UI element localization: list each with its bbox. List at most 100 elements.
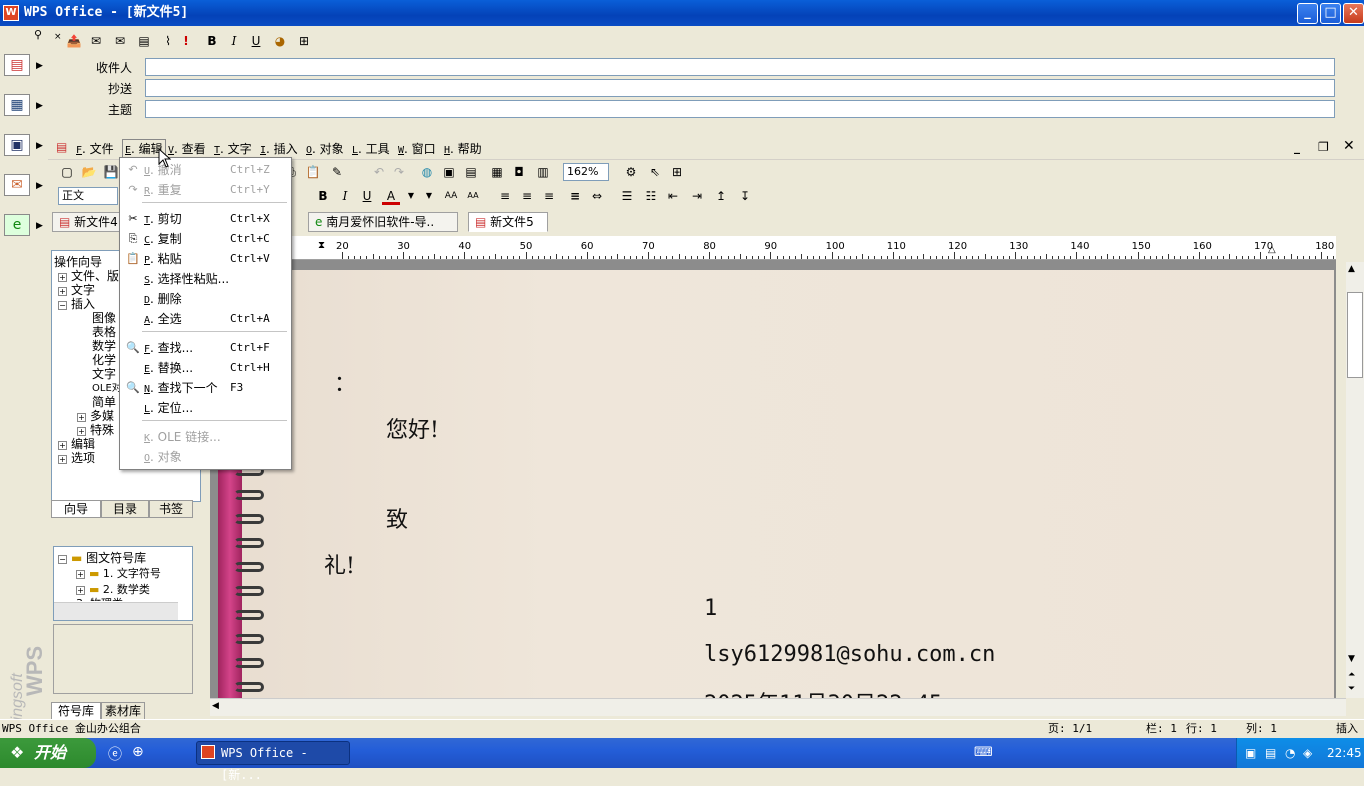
shield-icon[interactable]: ◈ xyxy=(1303,738,1312,768)
object-icon[interactable]: ◘ xyxy=(510,163,528,181)
grid-icon[interactable]: ⊞ xyxy=(668,163,686,181)
menu-file[interactable]: F. 文件 xyxy=(76,140,114,157)
ie-icon[interactable]: ⓔ xyxy=(108,744,122,764)
tab-new-file-4[interactable]: ▤ 新文件4 xyxy=(52,212,120,232)
page-up-icon[interactable]: ⏶ xyxy=(1348,670,1355,680)
indent-icon[interactable]: ⇥ xyxy=(688,187,706,205)
tab-symbol-library[interactable]: 符号库 xyxy=(51,702,101,720)
indent-marker-icon[interactable]: ⧗ xyxy=(318,240,325,251)
mail-forward-icon[interactable]: ▤ xyxy=(134,31,154,51)
font-color-button[interactable]: A xyxy=(382,187,400,205)
distribute-icon[interactable]: ⇔ xyxy=(588,187,606,205)
underline-button[interactable]: U xyxy=(358,187,376,205)
format-icon[interactable]: ⊞ xyxy=(294,31,314,51)
mail-module-icon[interactable]: ✉ xyxy=(4,174,30,196)
scroll-left-icon[interactable]: ◀ xyxy=(212,701,219,711)
image-icon[interactable]: ▣ xyxy=(440,163,458,181)
tree-item[interactable]: + 选项 xyxy=(58,449,95,466)
tree-item[interactable]: OLE对 xyxy=(92,379,122,394)
clock[interactable]: 22:45 xyxy=(1327,738,1362,768)
minimize-button[interactable]: _ xyxy=(1297,3,1318,24)
doc-close-button[interactable]: ✕ xyxy=(1343,138,1355,154)
scroll-down-icon[interactable]: ▼ xyxy=(1348,654,1355,664)
align-left-icon[interactable]: ≡ xyxy=(496,187,514,205)
tab-material-library[interactable]: 素材库 xyxy=(101,702,145,720)
mail-icon[interactable]: ✉ xyxy=(86,31,106,51)
style-select[interactable]: 正文 xyxy=(58,187,118,205)
scroll-thumb[interactable] xyxy=(1347,292,1363,378)
expand-arrow-icon[interactable]: ▶ xyxy=(36,221,43,231)
spacing-up-icon[interactable]: ↥ xyxy=(712,187,730,205)
edit-menu-item[interactable]: 🔍 N. 查找下一个 F3 xyxy=(120,378,291,398)
wps-app-icon[interactable]: W xyxy=(3,5,19,21)
vertical-scrollbar[interactable]: ▲ ▼ ⏶ ⏷ xyxy=(1346,262,1364,698)
expand-arrow-icon[interactable]: ▶ xyxy=(36,181,43,191)
expand-arrow-icon[interactable]: ▶ xyxy=(36,141,43,151)
settings-icon[interactable]: ⚙ xyxy=(622,163,640,181)
align-center-icon[interactable]: ≡ xyxy=(518,187,536,205)
italic-button[interactable]: I xyxy=(336,187,354,205)
quick-launch-icon[interactable]: ⊕ xyxy=(132,744,144,760)
browser-module-icon[interactable]: e xyxy=(4,214,30,236)
italic-button[interactable]: I xyxy=(224,31,244,51)
edit-menu-item[interactable]: E. 替换... Ctrl+H xyxy=(120,358,291,378)
tree-item[interactable]: − ▬ 图文符号库 xyxy=(58,549,146,566)
expand-arrow-icon[interactable]: ▶ xyxy=(36,101,43,111)
keyboard-icon[interactable]: ⌨ xyxy=(974,745,993,760)
number-list-icon[interactable]: ☷ xyxy=(642,187,660,205)
outdent-icon[interactable]: ⇤ xyxy=(664,187,682,205)
color-icon[interactable]: ◕ xyxy=(270,31,290,51)
audio-icon[interactable]: ◔ xyxy=(1285,738,1295,768)
horizontal-scrollbar[interactable] xyxy=(54,602,178,620)
web-icon[interactable]: ◍ xyxy=(418,163,436,181)
menu-text[interactable]: T. 文字 xyxy=(214,140,252,157)
align-right-icon[interactable]: ≡ xyxy=(540,187,558,205)
tree-item[interactable]: − 插入 xyxy=(58,295,95,312)
taskbar-item-wps[interactable]: WPS Office - [新... xyxy=(196,741,350,782)
table-icon[interactable]: ▦ xyxy=(488,163,506,181)
expand-arrow-icon[interactable]: ▶ xyxy=(36,61,43,71)
network-icon[interactable]: ▣ xyxy=(1245,738,1256,768)
page-icon[interactable]: ▥ xyxy=(534,163,552,181)
pin-icon[interactable]: ⚲ xyxy=(34,28,42,41)
open-icon[interactable]: 📂 xyxy=(80,163,98,181)
menu-object[interactable]: O. 对象 xyxy=(306,140,344,157)
tree-item[interactable]: + ▬ 1. 文字符号 xyxy=(76,565,161,581)
format-painter-icon[interactable]: ✎ xyxy=(328,163,346,181)
save-icon[interactable]: 💾 xyxy=(102,163,120,181)
redo-icon[interactable]: ↷ xyxy=(390,163,408,181)
edit-menu-item[interactable]: 🔍 F. 查找... Ctrl+F xyxy=(120,338,291,358)
to-input[interactable] xyxy=(145,58,1335,76)
zoom-select[interactable]: 162% xyxy=(563,163,609,181)
grow-font-button[interactable]: AA xyxy=(442,187,460,205)
shrink-font-button[interactable]: AA xyxy=(464,187,482,205)
menu-view[interactable]: V. 查看 xyxy=(168,140,206,157)
justify-icon[interactable]: ≡ xyxy=(566,187,584,205)
undo-icon[interactable]: ↶ xyxy=(370,163,388,181)
bold-button[interactable]: B xyxy=(314,187,332,205)
edit-menu-item[interactable]: A. 全选 Ctrl+A xyxy=(120,309,291,329)
horizontal-scrollbar[interactable]: ◀ xyxy=(210,698,1346,716)
edit-menu-item[interactable]: L. 定位... xyxy=(120,398,291,418)
tab-wizard[interactable]: 向导 xyxy=(51,500,101,518)
new-doc-icon[interactable]: ▢ xyxy=(58,163,76,181)
close-mini-icon[interactable]: × xyxy=(54,32,62,42)
bold-button[interactable]: B xyxy=(202,31,222,51)
pointer-icon[interactable]: ⇖ xyxy=(646,163,664,181)
doc-minimize-button[interactable]: _ xyxy=(1294,140,1300,154)
wps-text-module-icon[interactable]: ▤ xyxy=(4,54,30,76)
spreadsheet-module-icon[interactable]: ▦ xyxy=(4,94,30,116)
underline-button[interactable]: U xyxy=(246,31,266,51)
send-icon[interactable]: 📤 xyxy=(64,31,84,51)
edit-menu-item[interactable]: D. 删除 xyxy=(120,289,291,309)
edit-menu-item[interactable]: S. 选择性粘贴... xyxy=(120,269,291,289)
edit-menu-item[interactable]: ✂ T. 剪切 Ctrl+X xyxy=(120,209,291,229)
tab-new-file-5[interactable]: ▤ 新文件5 xyxy=(468,212,548,232)
tab-bookmarks[interactable]: 书签 xyxy=(149,500,193,518)
menu-tools[interactable]: L. 工具 xyxy=(352,140,390,157)
presentation-module-icon[interactable]: ▣ xyxy=(4,134,30,156)
start-button[interactable]: ❖ 开始 xyxy=(0,738,96,768)
mail-reply-icon[interactable]: ✉ xyxy=(110,31,130,51)
frame-icon[interactable]: ▤ xyxy=(462,163,480,181)
paste-icon[interactable]: 📋 xyxy=(304,163,322,181)
